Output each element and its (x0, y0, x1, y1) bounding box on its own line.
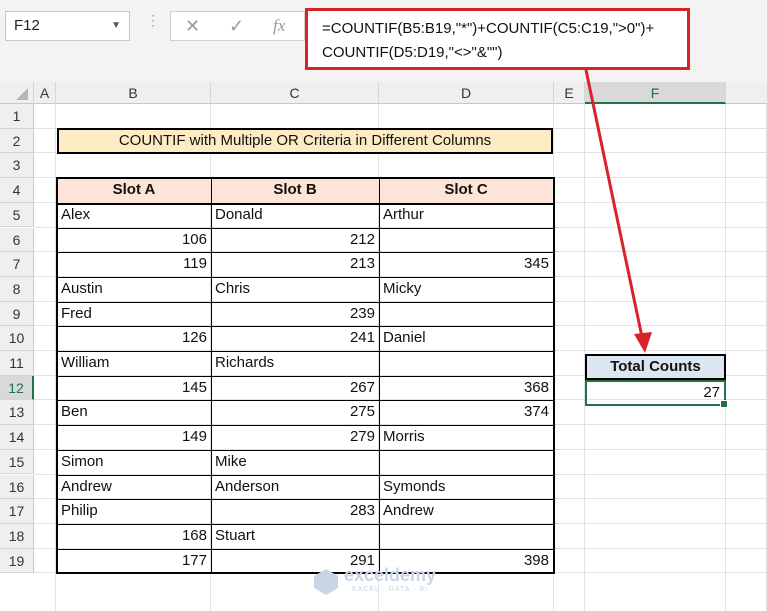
annotation-arrow (584, 69, 652, 353)
watermark-tagline: EXCEL · DATA · BI (352, 586, 428, 593)
exceldemy-watermark: exceldemy EXCEL · DATA · BI (312, 565, 462, 599)
exceldemy-logo-icon (314, 569, 338, 595)
watermark-name: exceldemy (344, 565, 437, 585)
